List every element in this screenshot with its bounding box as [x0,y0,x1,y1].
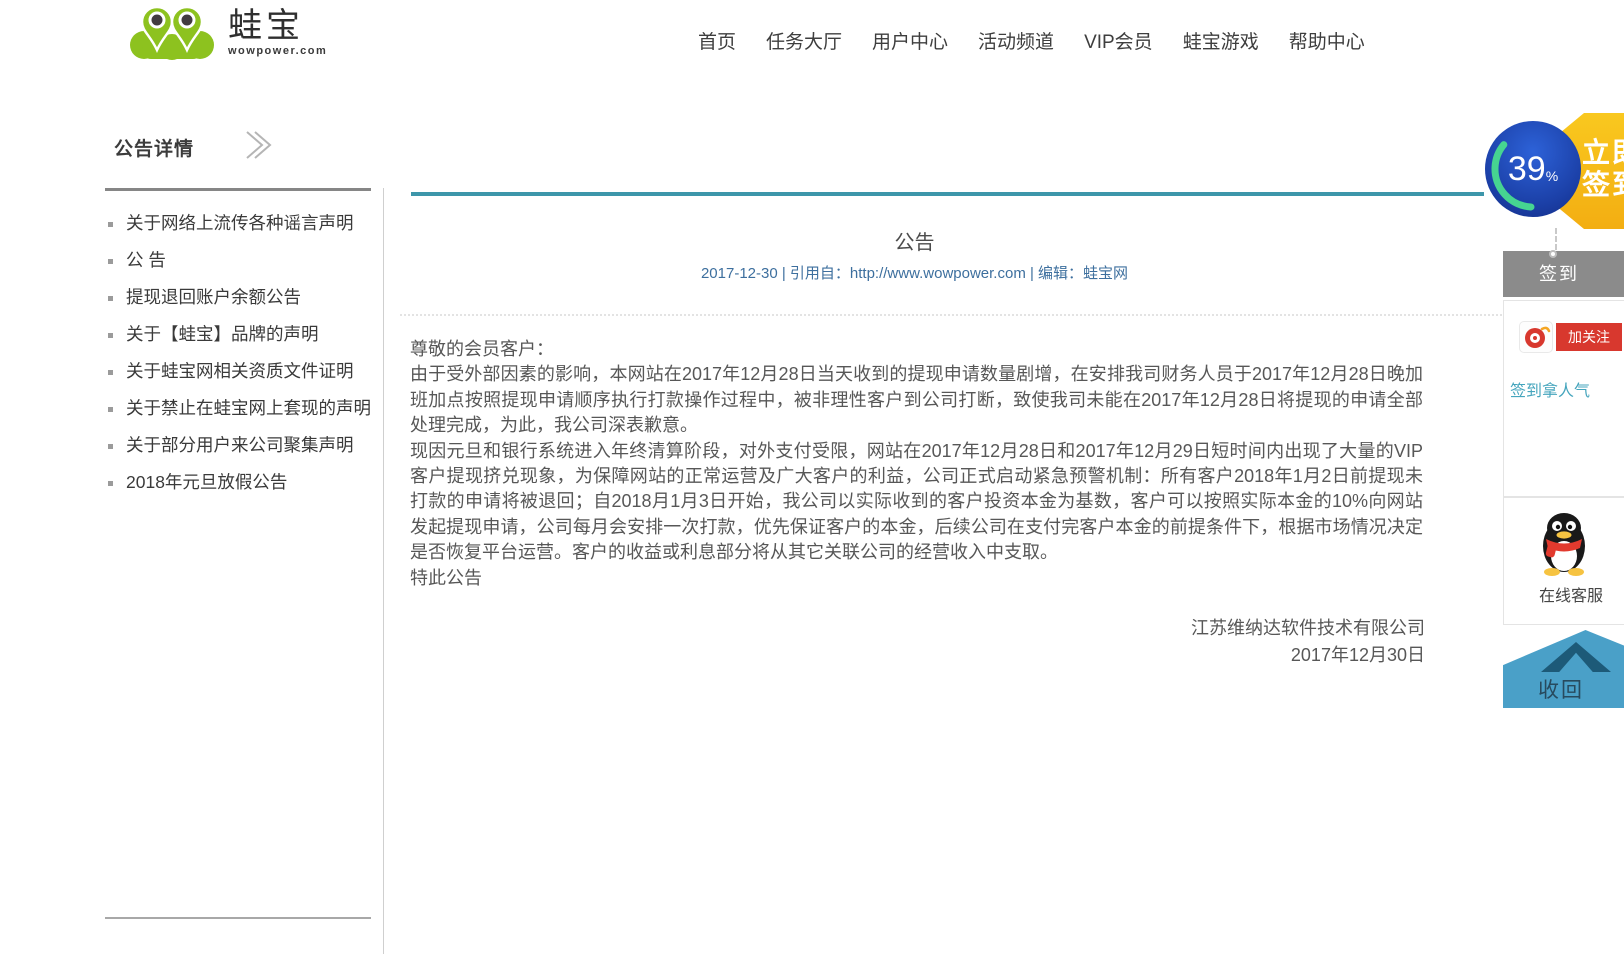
frog-logo-icon [128,4,216,67]
brand-name: 蛙宝 [228,8,327,44]
article-paragraph: 由于受外部因素的影响，本网站在2017年12月28日当天收到的提现申请数量剧增，… [410,362,1423,438]
nav-item[interactable]: 帮助中心 [1289,27,1365,54]
brand-domain: wowpower.com [228,45,327,57]
announcement-list-item[interactable]: 关于蛙宝网相关资质文件证明 [108,352,370,389]
announcement-list-item[interactable]: 关于禁止在蛙宝网上套现的声明 [108,389,370,426]
announcement-list-item-label: 提现退回账户余额公告 [126,284,301,309]
square-bullet-icon [108,259,113,264]
article-body: 尊敬的会员客户： 由于受外部因素的影响，本网站在2017年12月28日当天收到的… [410,337,1423,591]
square-bullet-icon [108,296,113,301]
signature-company: 江苏维纳达软件技术有限公司 [397,615,1425,642]
signin-bar[interactable]: 签到 [1503,251,1624,297]
signin-progress-circle[interactable]: 39 % [1484,120,1582,218]
article-paragraph: 尊敬的会员客户： [410,337,1423,362]
sidebar-title: 公告详情 [114,134,194,161]
square-bullet-icon [108,481,113,486]
square-bullet-icon [108,222,113,227]
qq-penguin-icon [1534,506,1594,583]
double-chevron-right-icon [240,128,276,167]
progress-unit: % [1546,168,1558,184]
article-paragraph: 特此公告 [410,566,1423,591]
dashed-connector [1555,228,1557,250]
square-bullet-icon [108,370,113,375]
signin-link[interactable]: 签到拿人气 [1510,377,1590,401]
article-paragraph: 现因元旦和银行系统进入年终清算阶段，对外支付受限，网站在2017年12月28日和… [410,439,1423,566]
square-bullet-icon [108,444,113,449]
connector-dot-icon [1549,250,1557,258]
article-title: 公告 [397,226,1432,255]
announcement-list-item-label: 2018年元旦放假公告 [126,469,287,494]
announcement-list-item-label: 关于禁止在蛙宝网上套现的声明 [126,395,370,420]
article-signature: 江苏维纳达软件技术有限公司 2017年12月30日 [397,615,1425,669]
article-meta: 2017-12-30 | 引用自：http://www.wowpower.com… [397,262,1432,283]
square-bullet-icon [108,333,113,338]
dotted-separator [400,314,1530,316]
nav-item[interactable]: 首页 [698,27,736,54]
signature-date: 2017年12月30日 [397,642,1425,669]
sidebar-vertical-divider [383,188,384,954]
announcement-list-item[interactable]: 关于网络上流传各种谣言声明 [108,204,370,241]
collapse-label: 收回 [1538,674,1584,704]
announcement-list-item-label: 关于部分用户来公司聚集声明 [126,432,354,457]
collapse-rail-button[interactable]: 收回 [1503,630,1624,708]
announcement-list-item[interactable]: 公 告 [108,241,370,278]
announcement-list-item-label: 关于蛙宝网相关资质文件证明 [126,358,354,383]
square-bullet-icon [108,407,113,412]
content-accent-rule [411,192,1484,196]
progress-value: 39 [1508,152,1546,186]
nav-item[interactable]: 活动频道 [978,27,1054,54]
announcement-list-item[interactable]: 提现退回账户余额公告 [108,278,370,315]
announcement-list: 关于网络上流传各种谣言声明 公 告 提现退回账户余额公告 关于【蛙宝】品牌的声明… [108,204,370,500]
announcement-list-item[interactable]: 2018年元旦放假公告 [108,463,370,500]
chevron-up-icon [1541,642,1611,672]
weibo-follow-button[interactable]: 加关注 [1556,323,1622,351]
nav-item[interactable]: 任务大厅 [766,27,842,54]
announcement-list-item-label: 关于网络上流传各种谣言声明 [126,210,354,235]
nav-item[interactable]: 蛙宝游戏 [1183,27,1259,54]
qq-service-label: 在线客服 [1539,582,1603,606]
nav-item[interactable]: VIP会员 [1084,27,1153,54]
announcement-list-item[interactable]: 关于部分用户来公司聚集声明 [108,426,370,463]
brand-logo[interactable]: 蛙宝 wowpower.com [128,4,327,67]
announcement-list-item[interactable]: 关于【蛙宝】品牌的声明 [108,315,370,352]
progress-text: 39 % [1484,120,1582,218]
nav-item[interactable]: 用户中心 [872,27,948,54]
sidebar-bottom-rule [105,917,371,919]
weibo-icon[interactable] [1519,321,1553,353]
announcement-list-item-label: 关于【蛙宝】品牌的声明 [126,321,319,346]
announcement-list-item-label: 公 告 [126,247,166,272]
weibo-panel: 加关注 签到拿人气 [1503,300,1624,497]
sidebar-top-rule [105,188,371,191]
qq-service-panel[interactable]: 在线客服 [1503,497,1624,625]
main-nav: 首页 任务大厅 用户中心 活动频道 VIP会员 蛙宝游戏 帮助中心 [698,27,1365,54]
